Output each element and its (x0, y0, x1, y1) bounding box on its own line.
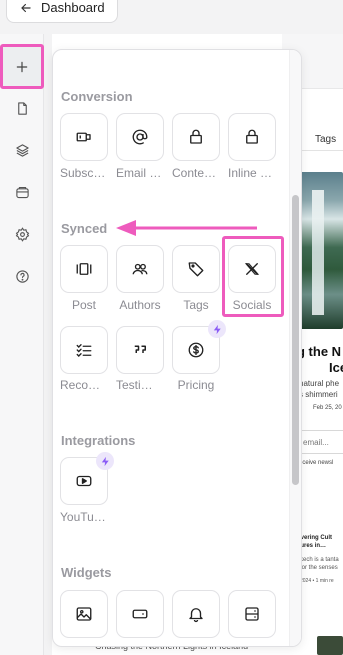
preview-date: Feb 25, 20 (313, 405, 342, 411)
tile-recommendations[interactable] (60, 326, 108, 374)
lock-icon (190, 129, 202, 144)
section-conversion: Conversion (61, 89, 133, 104)
lock-icon (246, 129, 258, 144)
preview-title: g the N (297, 344, 342, 359)
preview-card-sub-line1: kech is a tanta (300, 557, 339, 563)
subscribe-icon (76, 132, 91, 142)
layers-icon (15, 143, 29, 157)
preview-receive-text: receive newsl (297, 460, 334, 466)
preview-nav-tags[interactable]: Tags (315, 134, 336, 145)
tile-testimonials[interactable] (116, 326, 164, 374)
tile-post[interactable] (60, 245, 108, 293)
preview-divider (297, 150, 343, 151)
annotation-arrow-icon (116, 220, 257, 236)
socials-highlight-box (222, 236, 284, 317)
add-block-button[interactable] (0, 44, 44, 89)
tile-label-pricing: Pricing (177, 378, 215, 392)
left-rail (0, 34, 44, 655)
settings-button[interactable] (10, 222, 34, 246)
preview-subtitle-line1: natural phe (299, 379, 340, 388)
panel-scrollbar-thumb[interactable] (292, 195, 299, 485)
tile-label-subscribe: Subsc… (60, 166, 106, 180)
top-bar: Dashboard (0, 0, 343, 34)
gear-icon (15, 226, 29, 242)
tile-authors[interactable] (116, 245, 164, 293)
app-root: Dashboard Tags g the N Ice natural phe (0, 0, 343, 655)
preview-waterfall-highlight (312, 190, 324, 315)
section-integrations: Integrations (61, 433, 136, 448)
tile-label-tags: Tags (183, 298, 209, 312)
preview-card-title: overing Cult sures in… (297, 534, 332, 550)
help-icon (15, 269, 29, 283)
tile-label-email: Email … (116, 166, 162, 180)
preview-title-line2: Ice (329, 360, 343, 375)
tile-label-authors: Authors (119, 298, 161, 312)
tile-label-post: Post (71, 298, 96, 312)
video-play-icon (76, 475, 92, 487)
back-to-dashboard-button[interactable]: Dashboard (6, 0, 118, 23)
help-button[interactable] (10, 264, 34, 288)
preview-card-title-line1: overing Cult (297, 535, 333, 541)
post-icon (76, 263, 92, 275)
pro-badge-youtube (96, 452, 114, 470)
file-icon (17, 101, 27, 115)
pro-badge-pricing (208, 320, 226, 338)
tile-label-recommendations: Reco… (60, 378, 101, 392)
server-icon (245, 607, 259, 621)
dollar-circle-icon (188, 342, 204, 358)
archive-icon (15, 186, 29, 198)
lightning-icon (101, 456, 109, 466)
tile-widget-button[interactable] (116, 590, 164, 638)
tile-inline[interactable] (228, 113, 276, 161)
pages-button[interactable] (10, 96, 34, 120)
tile-tags[interactable] (172, 245, 220, 293)
tile-widget-server[interactable] (228, 590, 276, 638)
tile-subscribe[interactable] (60, 113, 108, 161)
back-label: Dashboard (41, 0, 105, 15)
tile-email[interactable] (116, 113, 164, 161)
section-widgets: Widgets (61, 565, 112, 580)
arrow-left-icon (21, 3, 31, 12)
preview-subtitle: natural phe s shimmeri (299, 378, 343, 400)
preview-subtitle-line2: s shimmeri (299, 390, 338, 399)
button-icon (132, 609, 148, 619)
preview-card-sub-line2: for the senses (300, 565, 338, 571)
archive-button[interactable] (10, 180, 34, 204)
plus-icon (16, 61, 28, 72)
tile-label-testimonials: Testi… (116, 378, 153, 392)
tag-icon (188, 262, 204, 277)
tile-widget-image[interactable] (60, 590, 108, 638)
preview-thumbnail (317, 636, 343, 655)
checklist-icon (76, 344, 92, 357)
preview-card-subtitle: kech is a tanta for the senses (300, 556, 339, 572)
tile-label-inline: Inline … (228, 166, 273, 180)
add-block-panel: Conversion Subsc… Email … Conte… Inline … (52, 49, 302, 647)
image-icon (76, 607, 92, 621)
tile-label-youtube: YouTu… (60, 510, 106, 524)
preview-card-date: 2024 • 1 min re (300, 578, 334, 584)
lightning-icon (213, 324, 221, 334)
preview-email-input[interactable]: email... (297, 430, 343, 454)
at-sign-icon (132, 129, 148, 145)
quote-icon (134, 345, 146, 353)
bell-icon (189, 608, 203, 623)
tile-content[interactable] (172, 113, 220, 161)
layers-button[interactable] (10, 138, 34, 162)
tile-label-content: Conte… (172, 166, 217, 180)
users-icon (132, 263, 148, 275)
preview-card-title-line2: sures in… (297, 543, 327, 549)
section-synced: Synced (61, 221, 108, 236)
tile-widget-notification[interactable] (172, 590, 220, 638)
